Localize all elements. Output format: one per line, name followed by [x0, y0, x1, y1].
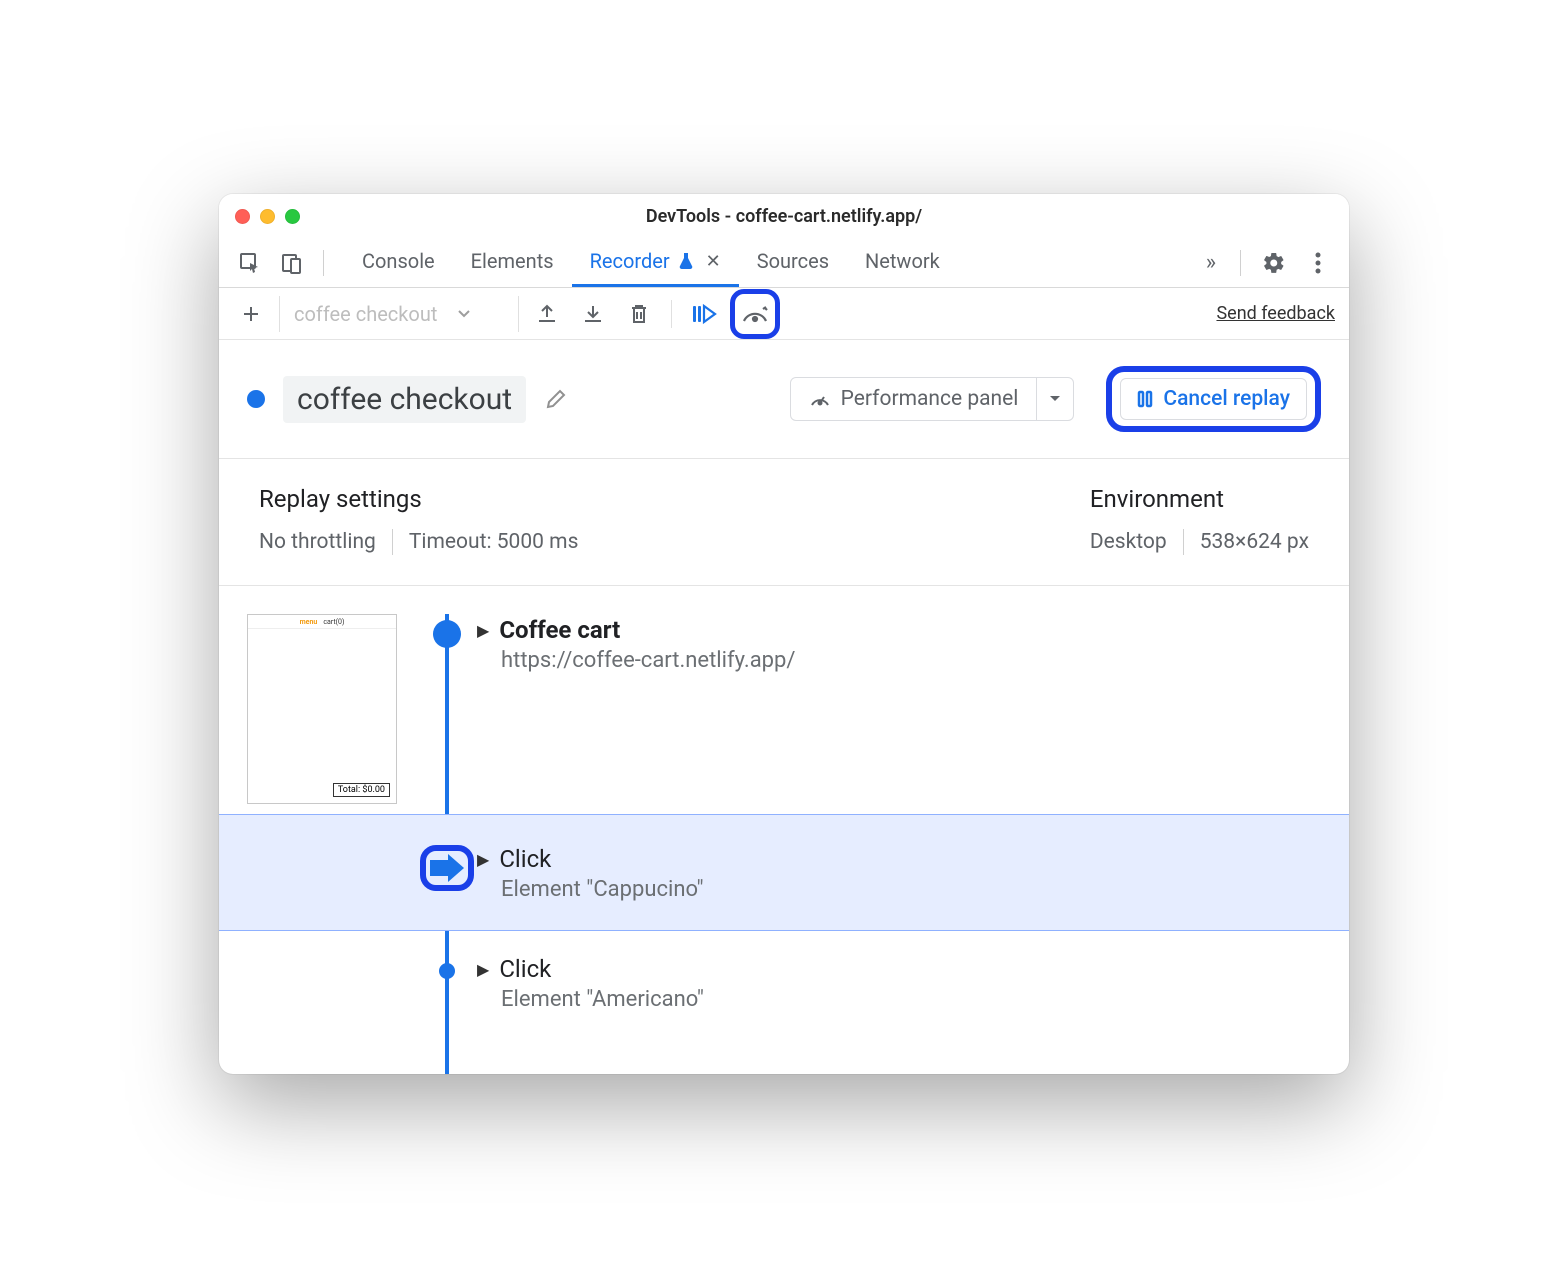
cancel-replay-label: Cancel replay	[1163, 387, 1290, 411]
timeline-start-node	[433, 620, 461, 648]
timeout-value[interactable]: Timeout: 5000 ms	[409, 530, 579, 554]
disclosure-triangle-icon[interactable]: ▶	[477, 960, 489, 979]
recording-select-value: coffee checkout	[294, 302, 437, 326]
tab-label: Network	[865, 249, 940, 273]
environment-heading: Environment	[1090, 485, 1309, 513]
pause-icon	[1137, 390, 1153, 408]
step-subtitle: Element "Cappucino"	[501, 877, 704, 902]
step-title: Coffee cart	[499, 616, 620, 644]
performance-panel-select: Performance panel	[790, 377, 1075, 421]
timeline-pending-node	[439, 963, 455, 979]
environment-section: Environment Desktop 538×624 px	[1090, 485, 1309, 555]
edit-title-icon[interactable]	[544, 387, 568, 411]
settings-row: Replay settings No throttling Timeout: 5…	[219, 459, 1349, 586]
step-row-current[interactable]: ▶ Click Element "Cappucino"	[219, 814, 1349, 931]
import-icon[interactable]	[575, 296, 611, 332]
thumb-chip: cart(0)	[323, 618, 344, 626]
tab-recorder[interactable]: Recorder ✕	[572, 238, 739, 287]
tab-label: Elements	[471, 249, 554, 273]
step-row[interactable]: ▶ Click Element "Americano"	[219, 931, 1349, 1030]
new-recording-icon[interactable]	[233, 296, 269, 332]
recording-status-dot	[247, 390, 265, 408]
step-play-icon[interactable]	[686, 296, 722, 332]
step-row[interactable]: menu cart(0) Total: $0.00 ▶ Coffee cart h…	[219, 586, 1349, 814]
replay-settings-section: Replay settings No throttling Timeout: 5…	[259, 485, 1030, 555]
recording-header: coffee checkout Performance panel Cancel…	[219, 340, 1349, 459]
settings-divider	[1183, 529, 1184, 555]
window-controls	[235, 209, 300, 224]
step-title: Click	[499, 845, 551, 873]
kebab-menu-icon[interactable]	[1301, 246, 1335, 280]
performance-panel-button[interactable]: Performance panel	[791, 387, 1037, 411]
thumb-footer: Total: $0.00	[333, 783, 390, 797]
tabstrip-divider	[1240, 250, 1241, 276]
recording-select-dropdown[interactable]: coffee checkout	[279, 296, 519, 332]
window-title: DevTools - coffee-cart.netlify.app/	[219, 206, 1349, 227]
tab-console[interactable]: Console	[344, 238, 453, 287]
replay-speed-icon[interactable]	[740, 303, 770, 325]
tab-elements[interactable]: Elements	[453, 238, 572, 287]
toolbar-divider	[671, 300, 672, 328]
current-step-arrow-icon	[430, 855, 464, 881]
cancel-replay-highlight: Cancel replay	[1106, 366, 1321, 432]
tab-label: Sources	[757, 249, 829, 273]
thumb-chip: menu	[300, 618, 318, 626]
device-value: Desktop	[1090, 530, 1167, 554]
export-icon[interactable]	[529, 296, 565, 332]
page-thumbnail: menu cart(0) Total: $0.00	[247, 614, 397, 804]
settings-gear-icon[interactable]	[1257, 246, 1291, 280]
gauge-icon	[809, 389, 831, 409]
performance-panel-label: Performance panel	[841, 387, 1019, 411]
devtools-tabstrip: Console Elements Recorder ✕ Sources Netw…	[219, 238, 1349, 288]
flask-icon	[678, 252, 694, 270]
maximize-window-button[interactable]	[285, 209, 300, 224]
recording-title[interactable]: coffee checkout	[283, 376, 526, 423]
disclosure-triangle-icon[interactable]: ▶	[477, 850, 489, 869]
close-window-button[interactable]	[235, 209, 250, 224]
recorder-toolbar: coffee checkout Send feedback	[219, 288, 1349, 340]
delete-icon[interactable]	[621, 296, 657, 332]
cancel-replay-button[interactable]: Cancel replay	[1120, 378, 1307, 420]
tab-sources[interactable]: Sources	[739, 238, 847, 287]
tab-network[interactable]: Network	[847, 238, 958, 287]
disclosure-triangle-icon[interactable]: ▶	[477, 621, 489, 640]
toggle-device-toolbar-icon[interactable]	[275, 246, 309, 280]
step-subtitle: https://coffee-cart.netlify.app/	[501, 648, 795, 673]
step-subtitle: Element "Americano"	[501, 987, 704, 1012]
send-feedback-link[interactable]: Send feedback	[1216, 303, 1335, 324]
steps-panel: menu cart(0) Total: $0.00 ▶ Coffee cart h…	[219, 586, 1349, 1074]
throttling-value[interactable]: No throttling	[259, 530, 376, 554]
settings-divider	[392, 529, 393, 555]
minimize-window-button[interactable]	[260, 209, 275, 224]
viewport-value: 538×624 px	[1200, 530, 1309, 554]
replay-speed-highlight	[730, 289, 780, 339]
inspect-element-icon[interactable]	[233, 246, 267, 280]
panel-tabs: Console Elements Recorder ✕ Sources Netw…	[344, 238, 958, 287]
more-tabs-button[interactable]: »	[1198, 250, 1224, 275]
step-title: Click	[499, 955, 551, 983]
tab-label: Recorder	[590, 249, 670, 273]
replay-settings-heading: Replay settings	[259, 485, 1030, 513]
window-titlebar: DevTools - coffee-cart.netlify.app/	[219, 194, 1349, 238]
tab-label: Console	[362, 249, 435, 273]
tabstrip-divider	[323, 250, 324, 276]
current-step-highlight	[420, 845, 474, 891]
devtools-window: DevTools - coffee-cart.netlify.app/ Cons…	[219, 194, 1349, 1074]
chevron-down-icon	[457, 309, 471, 319]
close-tab-icon[interactable]: ✕	[706, 251, 721, 272]
performance-panel-dropdown[interactable]	[1036, 378, 1073, 420]
